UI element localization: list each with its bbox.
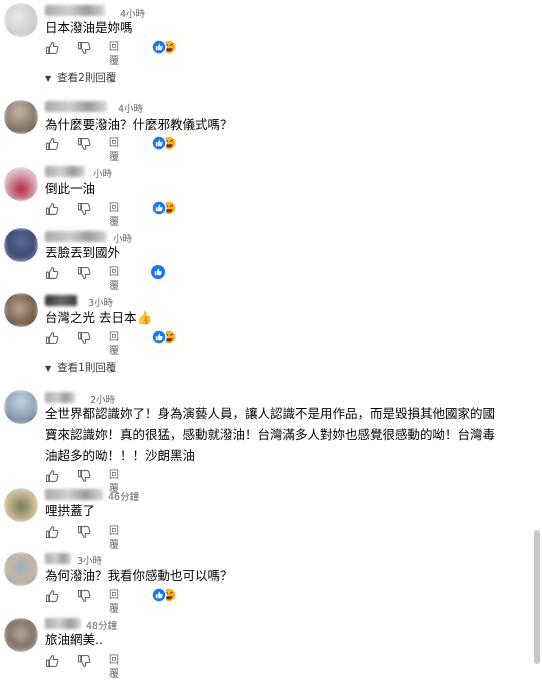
comment-text-line: 油超多的呦！！！沙朗黑油 bbox=[45, 448, 196, 463]
view-replies-button[interactable]: ▼ 查看1則回覆 bbox=[45, 360, 116, 375]
thumbs-up-icon[interactable] bbox=[45, 202, 59, 216]
view-replies-label: 查看1則回覆 bbox=[57, 362, 117, 374]
commenter-name-blurred[interactable] bbox=[45, 618, 81, 629]
comment-text: 為何潑油？我看你感動也可以嗎？ bbox=[45, 568, 233, 583]
comment-time: 3小時 bbox=[88, 298, 114, 309]
commenter-name-blurred[interactable] bbox=[45, 553, 71, 564]
comment-time: 46分鐘 bbox=[108, 492, 140, 503]
reply-button[interactable]: 回覆 bbox=[109, 331, 119, 359]
view-replies-label: 查看2則回覆 bbox=[57, 72, 117, 84]
thumbs-up-icon[interactable] bbox=[45, 469, 59, 483]
comment-text: 旅油網美.. bbox=[45, 632, 103, 647]
thumbs-down-icon[interactable] bbox=[77, 331, 91, 345]
avatar[interactable] bbox=[4, 618, 38, 652]
commenter-name-blurred[interactable] bbox=[45, 295, 77, 306]
thumbs-down-icon[interactable] bbox=[77, 654, 91, 668]
like-reaction-icon bbox=[151, 265, 165, 279]
comment-time: 3小時 bbox=[77, 556, 103, 567]
like-haha-reaction-icon bbox=[150, 328, 180, 346]
comment-text: 為什麼要潑油？什麼邪教儀式嗎？ bbox=[45, 117, 233, 132]
commenter-name-blurred[interactable] bbox=[45, 101, 107, 112]
comment-text: 丟臉丟到國外 bbox=[45, 245, 121, 260]
commenter-name-blurred[interactable] bbox=[45, 489, 103, 500]
avatar[interactable] bbox=[4, 167, 38, 201]
thumbs-down-icon[interactable] bbox=[77, 589, 91, 603]
comment-text-line: 寶來認識妳！真的很猛，感動就潑油！台灣滿多人對妳也感覺很感動的呦！台灣毒 bbox=[45, 427, 496, 442]
thumbs-up-icon[interactable] bbox=[45, 654, 59, 668]
thumbs-up-icon[interactable] bbox=[45, 331, 59, 345]
comment-time: 小時 bbox=[93, 169, 113, 180]
comment-text: 台灣之光 去日本👍 bbox=[45, 310, 153, 325]
thumbs-up-icon[interactable] bbox=[45, 41, 59, 55]
chevron-down-icon: ▼ bbox=[45, 74, 52, 83]
avatar[interactable] bbox=[4, 390, 38, 424]
reply-button[interactable]: 回覆 bbox=[109, 654, 119, 682]
thumbs-down-icon[interactable] bbox=[77, 137, 91, 151]
thumbs-up-icon[interactable] bbox=[45, 137, 59, 151]
thumbs-down-icon[interactable] bbox=[77, 266, 91, 280]
thumbs-down-icon[interactable] bbox=[77, 525, 91, 539]
comment-text: 日本潑油是妳嗎 bbox=[45, 20, 133, 35]
like-haha-reaction-icon bbox=[150, 134, 180, 152]
reply-button[interactable]: 回覆 bbox=[109, 525, 119, 553]
commenter-name-blurred[interactable] bbox=[45, 231, 107, 242]
comment-text: 倒此一油 bbox=[45, 181, 96, 196]
comment-text-line: 全世界都認識妳了！身為演藝人員，讓人認識不是用作品，而是毀損其他國家的國 bbox=[45, 406, 496, 421]
thumbs-down-icon[interactable] bbox=[77, 202, 91, 216]
reply-button[interactable]: 回覆 bbox=[109, 202, 119, 230]
commenter-name-blurred[interactable] bbox=[45, 392, 75, 403]
scrollbar-thumb[interactable] bbox=[534, 530, 540, 664]
like-haha-reaction-icon bbox=[150, 38, 180, 56]
thumbs-up-icon[interactable] bbox=[45, 589, 59, 603]
thumbs-down-icon[interactable] bbox=[77, 41, 91, 55]
avatar[interactable] bbox=[4, 100, 38, 134]
avatar[interactable] bbox=[4, 488, 38, 522]
commenter-name-blurred[interactable] bbox=[45, 5, 105, 16]
reply-button[interactable]: 回覆 bbox=[109, 589, 119, 617]
like-haha-reaction-icon bbox=[150, 199, 180, 217]
avatar[interactable] bbox=[4, 293, 38, 327]
scrollbar[interactable] bbox=[532, 0, 542, 664]
commenter-name-blurred[interactable] bbox=[45, 166, 85, 177]
reply-button[interactable]: 回覆 bbox=[109, 266, 119, 294]
reply-button[interactable]: 回覆 bbox=[109, 41, 119, 69]
comment-text: 哩拱蓋了 bbox=[45, 503, 96, 518]
like-haha-reaction-icon bbox=[150, 586, 180, 604]
comment-time: 4小時 bbox=[118, 104, 144, 115]
thumbs-up-icon[interactable] bbox=[45, 266, 59, 280]
avatar[interactable] bbox=[4, 228, 38, 262]
thumbs-up-icon[interactable] bbox=[45, 525, 59, 539]
view-replies-button[interactable]: ▼ 查看2則回覆 bbox=[45, 70, 116, 85]
avatar[interactable] bbox=[4, 552, 38, 586]
avatar[interactable] bbox=[4, 3, 38, 37]
reply-button[interactable]: 回覆 bbox=[109, 137, 119, 165]
chevron-down-icon: ▼ bbox=[45, 364, 52, 373]
thumbs-down-icon[interactable] bbox=[77, 469, 91, 483]
